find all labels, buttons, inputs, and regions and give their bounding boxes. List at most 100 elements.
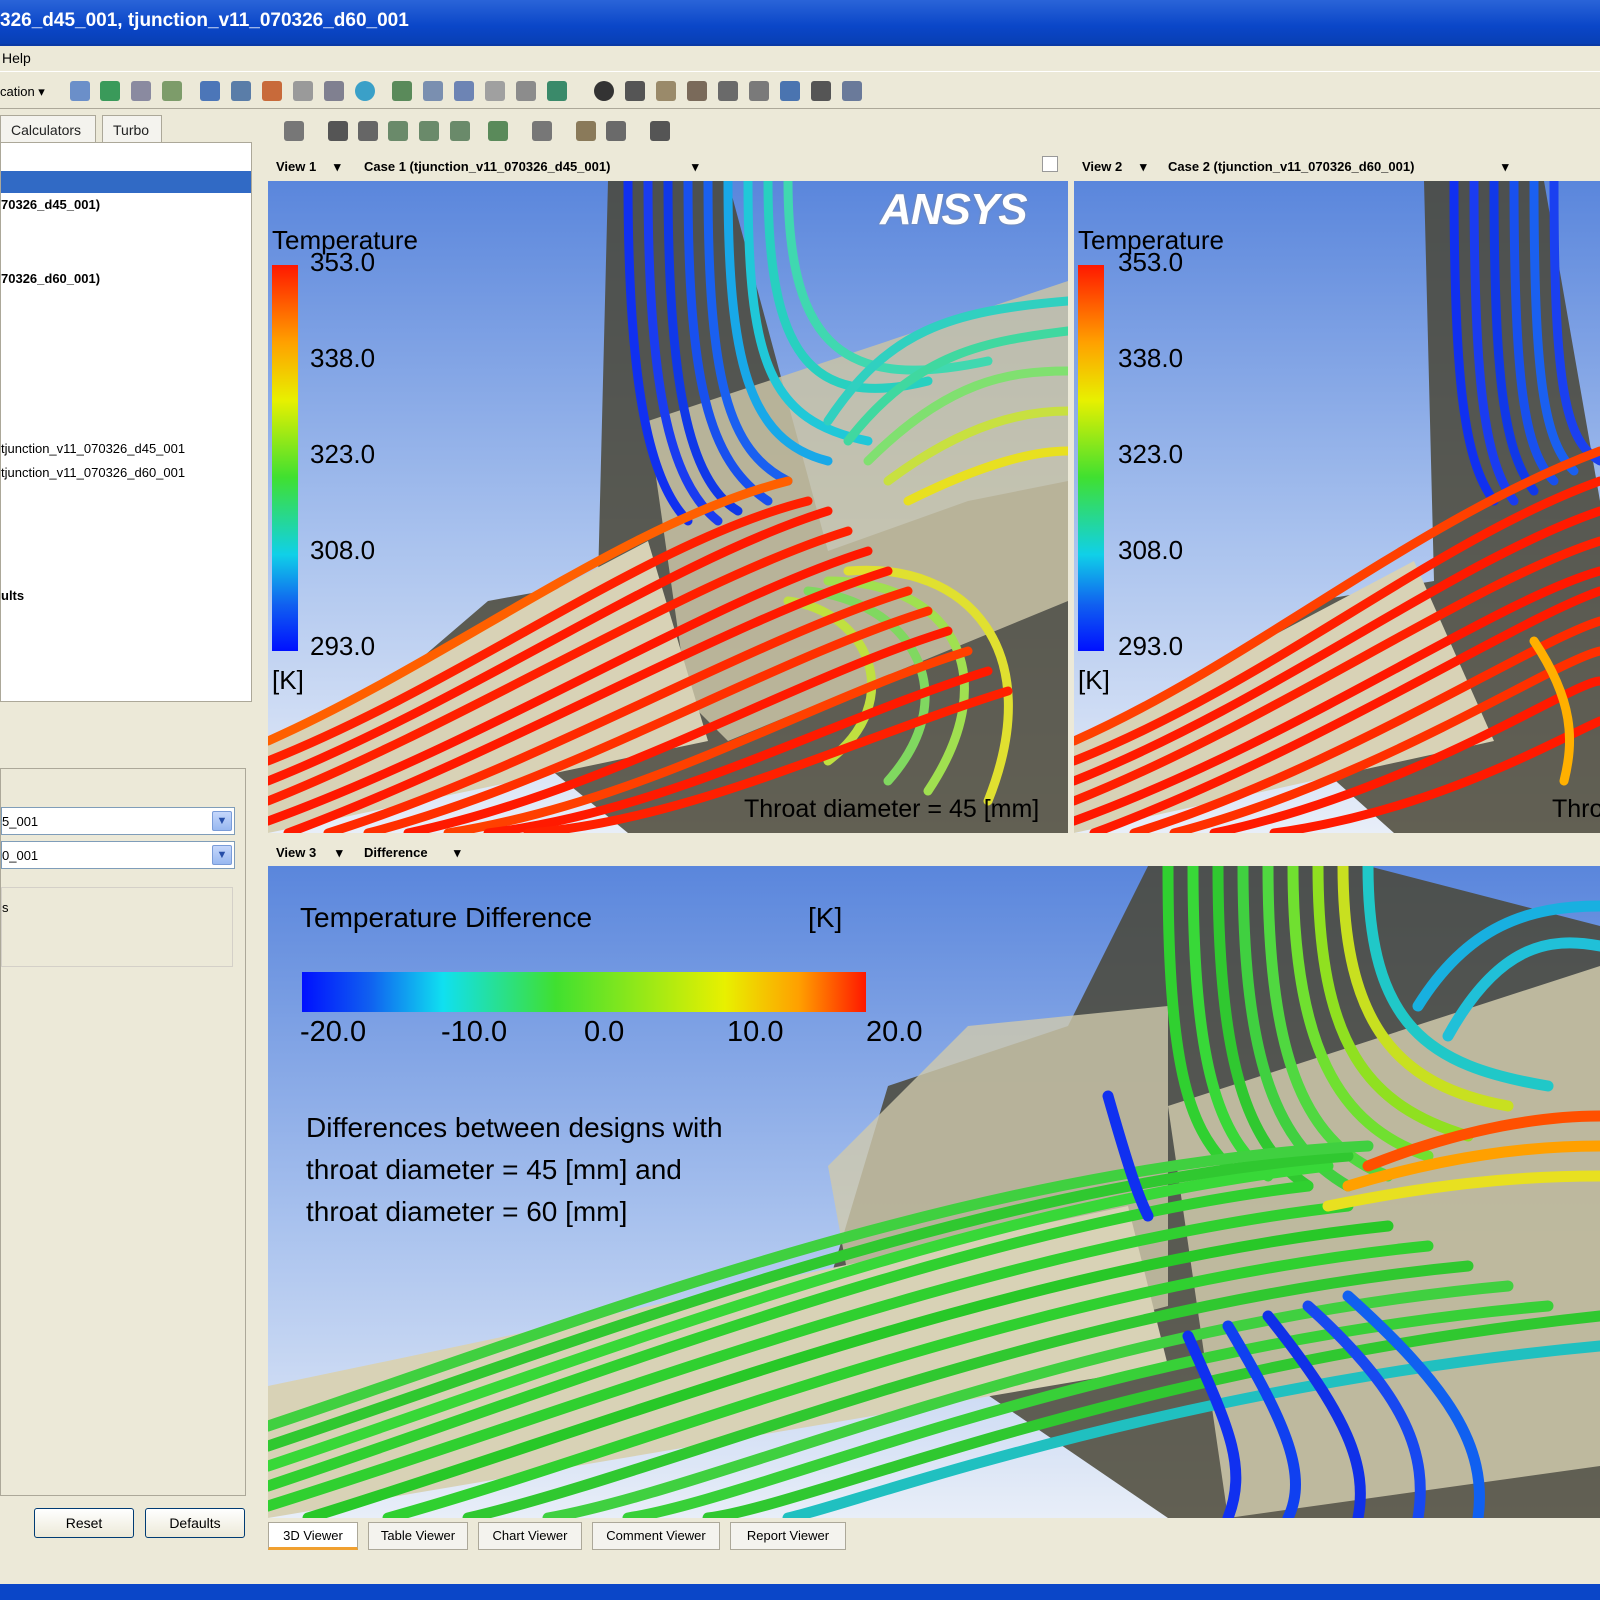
- chevron-down-icon[interactable]: ▼: [212, 811, 232, 831]
- view1-case-label[interactable]: Case 1 (tjunction_v11_070326_d45_001): [364, 159, 610, 174]
- zoom-box-icon[interactable]: [419, 121, 439, 141]
- streamline-icon[interactable]: [162, 81, 182, 101]
- table-icon[interactable]: [423, 81, 443, 101]
- pan-icon[interactable]: [358, 121, 378, 141]
- reset-view-icon[interactable]: [488, 121, 508, 141]
- chevron-down-icon[interactable]: ▾: [1502, 159, 1509, 175]
- view2-viewport[interactable]: Temperature 353.0 338.0 323.0 308.0 293.…: [1074, 181, 1600, 833]
- volume-render-icon[interactable]: [231, 81, 251, 101]
- chevron-down-icon[interactable]: ▾: [692, 159, 699, 175]
- tree-item-case2[interactable]: 70326_d60_001): [1, 271, 100, 286]
- outline-tree: 70326_d45_001) 70326_d60_001) tjunction_…: [0, 142, 252, 702]
- view3-viewport[interactable]: Temperature Difference [K] -20.0 -10.0 0…: [268, 866, 1600, 1518]
- copy-icon[interactable]: [780, 81, 800, 101]
- tree-item-file1[interactable]: tjunction_v11_070326_d45_001: [1, 441, 185, 456]
- particle-track-icon[interactable]: [200, 81, 220, 101]
- view3-colorbar: [302, 972, 866, 1012]
- frame-icon[interactable]: [625, 81, 645, 101]
- tree-item-results[interactable]: ults: [1, 588, 24, 603]
- case-combo-1[interactable]: 5_001 ▼: [1, 807, 235, 835]
- menu-help[interactable]: Help: [2, 50, 31, 66]
- view3-unit: [K]: [808, 902, 843, 933]
- isosurface-icon[interactable]: [262, 81, 282, 101]
- view2-case-label[interactable]: Case 2 (tjunction_v11_070326_d60_001): [1168, 159, 1414, 174]
- tab-table-viewer[interactable]: Table Viewer: [368, 1522, 468, 1550]
- chevron-down-icon[interactable]: ▾: [1140, 159, 1147, 175]
- view2-tick-1: 338.0: [1118, 343, 1184, 373]
- chevron-down-icon[interactable]: ▼: [212, 845, 232, 865]
- view1-colorbar: [272, 265, 298, 651]
- tree-selected-row[interactable]: [1, 171, 251, 193]
- sync-icon[interactable]: [576, 121, 596, 141]
- location-dropdown[interactable]: cation ▾: [0, 84, 45, 100]
- sphere-icon[interactable]: [355, 81, 375, 101]
- tab-calculators[interactable]: Calculators: [0, 115, 96, 143]
- details-panel: 5_001 ▼ 0_001 ▼ s: [0, 768, 246, 1496]
- view2-colorbar: [1078, 265, 1104, 651]
- rotate-icon[interactable]: [328, 121, 348, 141]
- chevron-down-icon[interactable]: ▾: [454, 845, 461, 861]
- view2-tick-2: 323.0: [1118, 439, 1184, 469]
- defaults-button[interactable]: Defaults: [145, 1508, 245, 1538]
- maximize-icon[interactable]: [1042, 156, 1058, 172]
- tab-comment-viewer[interactable]: Comment Viewer: [592, 1522, 720, 1550]
- view2-header: View 2 ▾ Case 2 (tjunction_v11_070326_d6…: [1072, 152, 1600, 180]
- expression-icon[interactable]: [392, 81, 412, 101]
- tab-chart-viewer[interactable]: Chart Viewer: [478, 1522, 582, 1550]
- contour-icon[interactable]: [100, 81, 120, 101]
- chart-icon[interactable]: [485, 81, 505, 101]
- chevron-down-icon[interactable]: ▾: [336, 845, 343, 861]
- plane-icon[interactable]: [293, 81, 313, 101]
- select-icon[interactable]: [284, 121, 304, 141]
- reset-button[interactable]: Reset: [34, 1508, 134, 1538]
- zoom-icon[interactable]: [388, 121, 408, 141]
- layout-icon[interactable]: [532, 121, 552, 141]
- options-label: s: [2, 900, 9, 915]
- view1-tick-1: 338.0: [310, 343, 376, 373]
- view1-header: View 1 ▾ Case 1 (tjunction_v11_070326_d4…: [264, 152, 1064, 180]
- window-title: 326_d45_001, tjunction_v11_070326_d60_00…: [0, 10, 409, 31]
- clock-icon[interactable]: [594, 81, 614, 101]
- light-icon[interactable]: [656, 81, 676, 101]
- view1-label[interactable]: View 1: [276, 159, 316, 174]
- tab-3d-viewer[interactable]: 3D Viewer: [268, 1522, 358, 1550]
- connect-icon[interactable]: [70, 81, 90, 101]
- import-icon[interactable]: [749, 81, 769, 101]
- grid-icon[interactable]: [454, 81, 474, 101]
- chevron-down-icon[interactable]: ▾: [334, 159, 341, 175]
- probe-view-icon[interactable]: [650, 121, 670, 141]
- view1-tick-4: 293.0: [310, 631, 376, 661]
- view2-annotation: Thro: [1552, 795, 1600, 823]
- left-tabs: Calculators Turbo: [0, 112, 262, 143]
- line-icon[interactable]: [324, 81, 344, 101]
- case-combo-2[interactable]: 0_001 ▼: [1, 841, 235, 869]
- view3-case-label[interactable]: Difference: [364, 845, 428, 860]
- viewer-toolbar: [264, 112, 1600, 152]
- title-bar: 326_d45_001, tjunction_v11_070326_d60_00…: [0, 0, 1600, 46]
- tab-report-viewer[interactable]: Report Viewer: [730, 1522, 846, 1550]
- tree-item-file2[interactable]: tjunction_v11_070326_d60_001: [1, 465, 185, 480]
- print-icon[interactable]: [811, 81, 831, 101]
- view3-legend-title: Temperature Difference: [300, 902, 593, 933]
- script-icon[interactable]: [718, 81, 738, 101]
- tab-turbo[interactable]: Turbo: [102, 115, 162, 143]
- text-icon[interactable]: [516, 81, 536, 101]
- view3-annotation-line-1: Differences between designs with: [306, 1112, 723, 1143]
- tree-item-case1[interactable]: 70326_d45_001): [1, 197, 100, 212]
- export-icon[interactable]: [842, 81, 862, 101]
- view2-tick-3: 308.0: [1118, 535, 1184, 565]
- zoom-fit-icon[interactable]: [450, 121, 470, 141]
- view3-label[interactable]: View 3: [276, 845, 316, 860]
- next-view-icon[interactable]: [606, 121, 626, 141]
- probe-icon[interactable]: [687, 81, 707, 101]
- view3-geometry: [268, 866, 1600, 1518]
- view3-header: View 3 ▾ Difference ▾: [264, 838, 1600, 866]
- view1-tick-0: 353.0: [310, 247, 376, 277]
- legend-icon[interactable]: [547, 81, 567, 101]
- view1-viewport[interactable]: ANSYS Temperature 353.0 338.0 323.0 308.…: [268, 181, 1068, 833]
- ansys-logo: ANSYS: [880, 185, 1028, 234]
- options-group: s: [1, 887, 233, 967]
- view3-tick-1: -10.0: [441, 1016, 508, 1048]
- vector-icon[interactable]: [131, 81, 151, 101]
- view2-label[interactable]: View 2: [1082, 159, 1122, 174]
